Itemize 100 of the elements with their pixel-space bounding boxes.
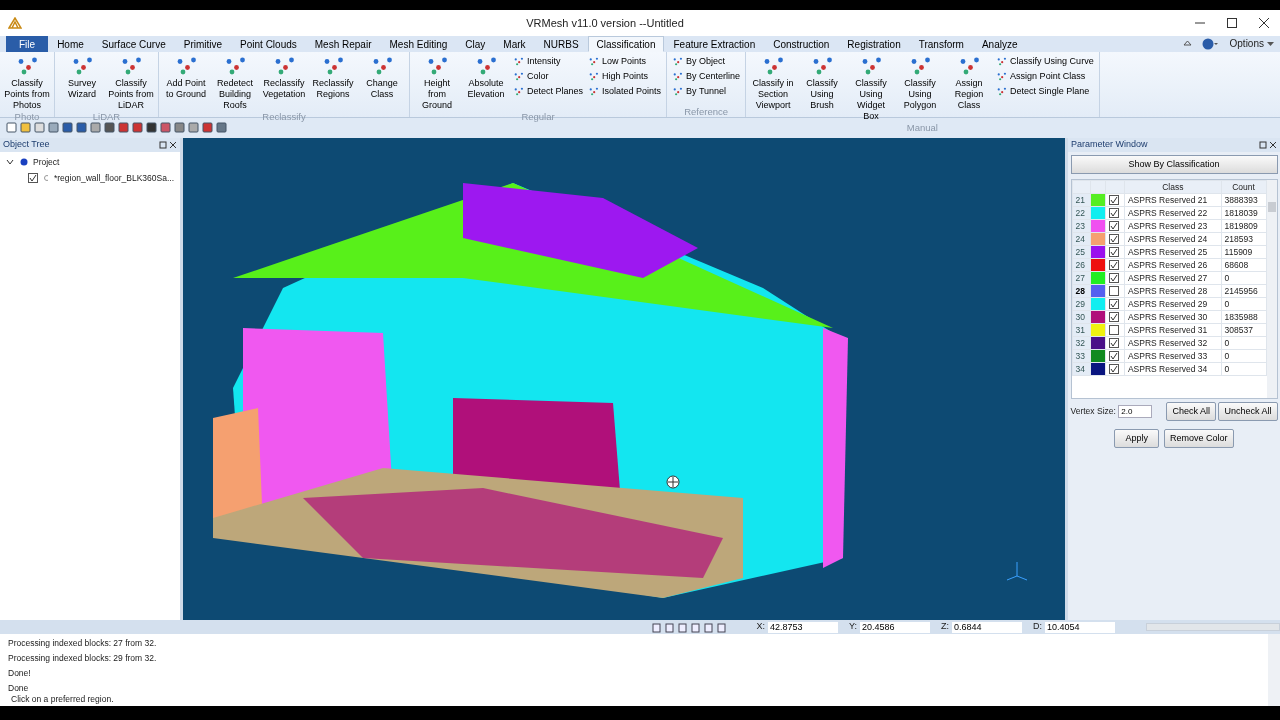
pin-icon[interactable]	[1258, 141, 1267, 149]
checkbox[interactable]	[1108, 208, 1119, 219]
checkbox[interactable]	[1108, 351, 1119, 362]
apply-button[interactable]: Apply	[1114, 428, 1159, 448]
close-icon[interactable]	[1269, 141, 1277, 149]
ribbon-button[interactable]: Add Point to Ground	[162, 52, 210, 111]
checkbox[interactable]	[1108, 247, 1119, 258]
ribbon-button[interactable]: Reclassify Regions	[309, 52, 357, 111]
ribbon-tab[interactable]: NURBS	[534, 36, 588, 52]
toolbar-icon[interactable]	[202, 121, 213, 133]
options-menu[interactable]: Options	[1221, 36, 1267, 52]
ribbon-button[interactable]: Survey Wizard	[58, 52, 106, 111]
checkbox[interactable]	[1108, 234, 1119, 245]
3d-viewport[interactable]	[183, 138, 1065, 620]
coordinate-field[interactable]: 0.6844	[952, 621, 1022, 633]
coordinate-field[interactable]: 20.4586	[860, 621, 930, 633]
ribbon-tab[interactable]: Feature Extraction	[664, 36, 765, 52]
ribbon-button[interactable]: Low Points	[586, 54, 664, 68]
cube-icon[interactable]	[665, 621, 676, 633]
checkbox[interactable]	[28, 173, 38, 184]
toolbar-icon[interactable]	[216, 121, 227, 133]
toolbar-icon[interactable]	[76, 121, 87, 133]
ribbon-button[interactable]: Assign Point Class	[994, 69, 1096, 83]
ribbon-button[interactable]: Color	[511, 69, 586, 83]
cube-icon[interactable]	[652, 621, 663, 633]
ribbon-tab[interactable]: Registration	[838, 36, 910, 52]
tree-item[interactable]: *region_wall_floor_BLK360Sa...	[53, 171, 174, 185]
ribbon-button[interactable]: By Object	[670, 54, 743, 68]
ribbon-button[interactable]: Redetect Building Roofs	[211, 52, 259, 111]
collapse-ribbon-icon[interactable]	[1182, 39, 1192, 48]
ribbon-button[interactable]: Change Class	[358, 52, 406, 111]
ribbon-button[interactable]: Assign Region Class	[945, 52, 994, 122]
ribbon-button[interactable]: Classify in Section Viewport	[749, 52, 798, 122]
ribbon-button[interactable]: By Centerline	[670, 69, 743, 83]
column-header[interactable]: Count	[1221, 180, 1266, 194]
toolbar-icon[interactable]	[174, 121, 185, 133]
caret-icon[interactable]	[1267, 42, 1274, 47]
ribbon-button[interactable]: Isolated Points	[586, 84, 664, 98]
checkbox[interactable]	[1108, 312, 1119, 323]
ribbon-tab[interactable]: Classification	[587, 36, 665, 52]
ribbon-tab[interactable]: Surface Curve	[92, 36, 175, 52]
checkbox[interactable]	[1108, 286, 1119, 297]
close-icon[interactable]	[1259, 18, 1269, 28]
ribbon-button[interactable]: Height from Ground	[413, 52, 461, 111]
ribbon-button[interactable]: Detect Single Plane	[994, 84, 1096, 98]
help-icon[interactable]	[1201, 38, 1218, 50]
remove-color-button[interactable]: Remove Color	[1164, 428, 1234, 448]
ribbon-tab[interactable]: Home	[48, 36, 93, 52]
checkbox[interactable]	[1108, 325, 1119, 336]
ribbon-button[interactable]: Classify Using Brush	[798, 52, 847, 122]
scrollbar[interactable]	[1266, 180, 1277, 398]
close-icon[interactable]	[169, 141, 177, 149]
ribbon-tab[interactable]: Construction	[764, 36, 839, 52]
ribbon-tab[interactable]: Point Clouds	[231, 36, 306, 52]
ribbon-button[interactable]: Classify Using Curve	[994, 54, 1096, 68]
ribbon-tab[interactable]: File	[6, 36, 49, 52]
pin-icon[interactable]	[158, 141, 167, 149]
checkbox[interactable]	[1108, 273, 1119, 284]
show-by-classification-button[interactable]: Show By Classification	[1070, 154, 1278, 174]
ribbon-tab[interactable]: Primitive	[174, 36, 232, 52]
uncheck-all-button[interactable]: Uncheck All	[1218, 401, 1278, 421]
cube-icon[interactable]	[704, 621, 715, 633]
ribbon-button[interactable]: High Points	[586, 69, 664, 83]
ribbon-button[interactable]: Absolute Elevation	[462, 52, 510, 111]
tree-item[interactable]: Project	[33, 156, 60, 169]
ribbon-tab[interactable]: Mesh Repair	[305, 36, 381, 52]
ribbon-button[interactable]: Classify Points from LiDAR	[107, 52, 155, 111]
checkbox[interactable]	[1108, 260, 1119, 271]
ribbon-tab[interactable]: Transform	[909, 36, 973, 52]
maximize-icon[interactable]	[1227, 18, 1237, 28]
checkbox[interactable]	[1108, 299, 1119, 310]
toolbar-icon[interactable]	[104, 121, 115, 133]
column-header[interactable]: Class	[1124, 180, 1222, 194]
ribbon-tab[interactable]: Clay	[456, 36, 495, 52]
cube-icon[interactable]	[691, 621, 702, 633]
ribbon-tab[interactable]: Mesh Editing	[380, 36, 457, 52]
chevron-down-icon[interactable]	[6, 158, 14, 167]
toolbar-icon[interactable]	[132, 121, 143, 133]
checkbox[interactable]	[1108, 221, 1119, 232]
ribbon-tab[interactable]: Mark	[494, 36, 535, 52]
ribbon-tab[interactable]: Analyze	[972, 36, 1027, 52]
checkbox[interactable]	[1108, 338, 1119, 349]
coordinate-field[interactable]: 42.8753	[768, 621, 838, 633]
toolbar-icon[interactable]	[62, 121, 73, 133]
checkbox[interactable]	[1108, 364, 1119, 375]
ribbon-button[interactable]: Classify Using Widget Box	[847, 52, 896, 122]
ribbon-button[interactable]: Detect Planes	[511, 84, 586, 98]
toolbar-icon[interactable]	[146, 121, 157, 133]
ribbon-button[interactable]: By Tunnel	[670, 84, 743, 98]
vertex-size-field[interactable]: 2.0	[1118, 404, 1153, 418]
ribbon-button[interactable]: Classify Using Polygon	[896, 52, 945, 122]
ribbon-button[interactable]: Intensity	[511, 54, 586, 68]
ribbon-button[interactable]: Classify Points from Photos	[3, 52, 51, 111]
scrollbar[interactable]	[1268, 634, 1280, 706]
toolbar-icon[interactable]	[160, 121, 171, 133]
cube-icon[interactable]	[717, 621, 728, 633]
toolbar-icon[interactable]	[118, 121, 129, 133]
check-all-button[interactable]: Check All	[1166, 401, 1216, 421]
cube-icon[interactable]	[678, 621, 689, 633]
ribbon-button[interactable]: Reclassify Vegetation	[260, 52, 308, 111]
